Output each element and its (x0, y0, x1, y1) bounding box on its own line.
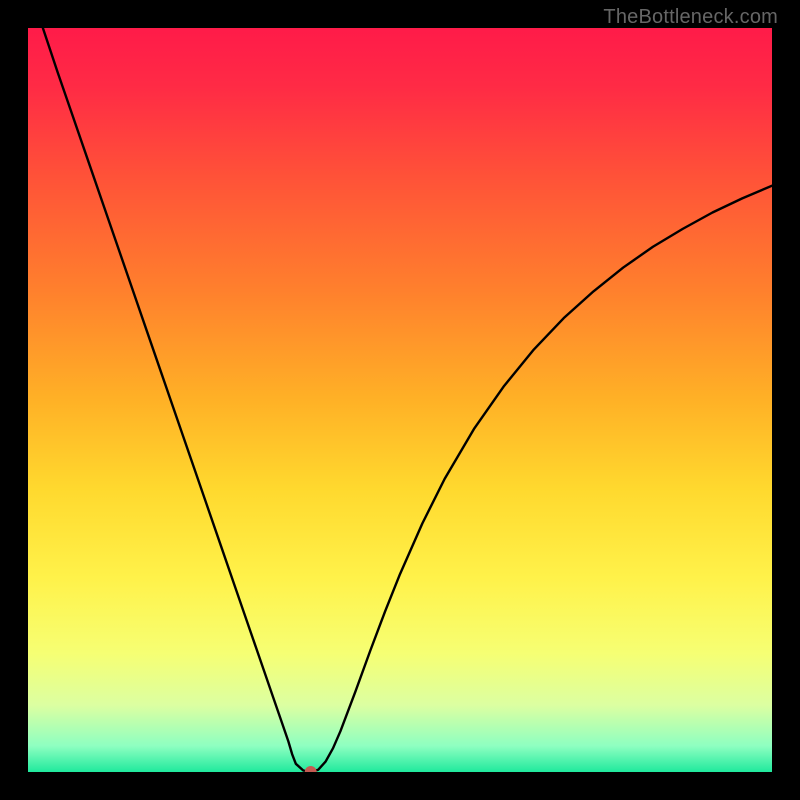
watermark-text: TheBottleneck.com (603, 6, 778, 29)
plot-area (28, 28, 772, 772)
chart-svg (28, 28, 772, 772)
gradient-background (28, 28, 772, 772)
chart-container: TheBottleneck.com (0, 0, 800, 800)
